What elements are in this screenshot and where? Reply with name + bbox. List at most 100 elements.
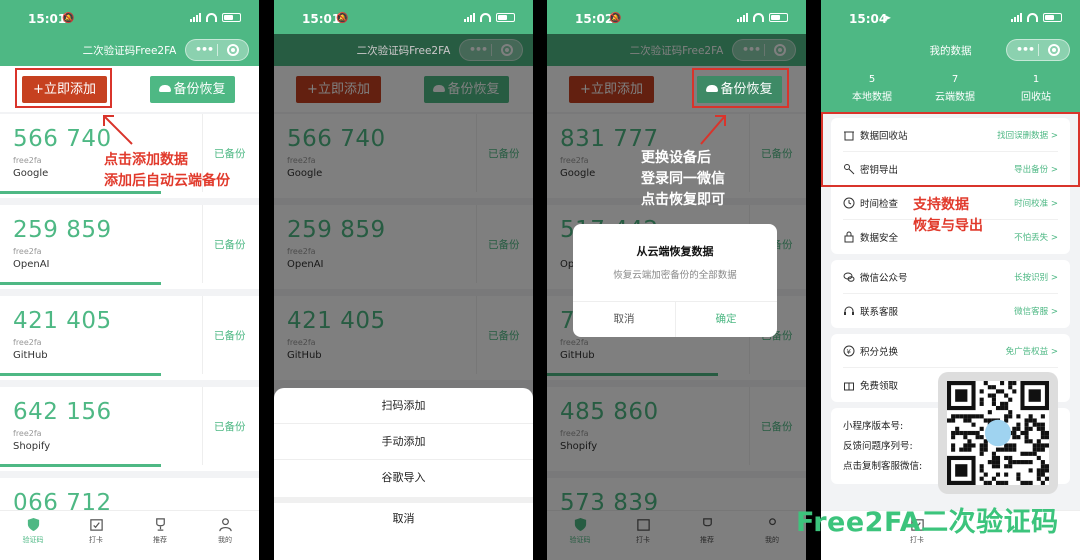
highlight-add-button — [15, 68, 112, 108]
points-icon: ¥ — [843, 345, 855, 357]
close-target-icon[interactable] — [227, 44, 239, 56]
annotation-export: 支持数据 恢复与导出 — [913, 197, 983, 234]
feedback-serial-label: 反馈问题序列号: — [843, 441, 913, 452]
mute-bell-icon: 🔕 — [62, 13, 75, 24]
battery-icon — [1043, 13, 1062, 22]
status-time: 15:04 — [849, 12, 888, 26]
clock-icon — [843, 197, 855, 209]
sheet-cancel-button[interactable]: 取消 — [274, 501, 533, 537]
signal-icon — [1011, 13, 1022, 22]
gift-icon — [844, 382, 854, 391]
data-stats: 5 本地数据 7 云端数据 1 回收站 — [821, 66, 1080, 114]
dialog-cancel-button[interactable]: 取消 — [573, 301, 675, 337]
wechat-icon — [843, 272, 855, 282]
signal-icon — [464, 13, 475, 22]
headset-icon — [844, 306, 854, 315]
status-time: 15:02 — [575, 12, 614, 26]
qr-code-card — [938, 372, 1058, 494]
tab-codes[interactable]: 验证码 — [13, 517, 53, 545]
shield-icon — [27, 517, 39, 532]
tab-mine[interactable]: 我的 — [205, 517, 245, 545]
manual-add-option[interactable]: 手动添加 — [274, 424, 533, 460]
tab-checkin[interactable]: 打卡 — [76, 517, 116, 545]
stat-local[interactable]: 5 本地数据 — [842, 74, 902, 103]
nav-bar: 二次验证码Free2FA ••• — [0, 34, 259, 66]
countdown-bar — [0, 282, 161, 285]
menu-wechat-official[interactable]: 微信公众号 长按识别 > — [831, 260, 1070, 294]
mute-bell-icon: 🔕 — [336, 13, 349, 24]
code-item[interactable]: 642 156 free2fa Shopify 已备份 — [0, 387, 259, 471]
account-name: free2fa — [13, 156, 42, 165]
nav-bar: 我的数据 ••• — [821, 34, 1080, 66]
stat-cloud[interactable]: 7 云端数据 — [925, 74, 985, 103]
dialog-confirm-button[interactable]: 确定 — [675, 301, 777, 337]
status-time: 15:01 — [302, 12, 341, 26]
battery-icon — [222, 13, 241, 22]
status-icons — [737, 13, 788, 22]
dialog-message: 恢复云端加密备份的全部数据 — [613, 270, 737, 281]
menu-contact-support[interactable]: 联系客服 微信客服 > — [831, 294, 1070, 328]
issuer-name: GitHub — [13, 350, 48, 361]
dialog-title: 从云端恢复数据 — [636, 245, 714, 258]
contact-card: 微信公众号 长按识别 > 联系客服 微信客服 > — [831, 260, 1070, 328]
menu-points-exchange[interactable]: ¥ 积分兑换 免广告权益 > — [831, 334, 1070, 368]
status-icons — [464, 13, 515, 22]
issuer-name: Google — [13, 168, 49, 179]
copy-support-wechat[interactable]: 点击复制客服微信: — [843, 458, 922, 472]
more-icon[interactable]: ••• — [1016, 43, 1035, 56]
wifi-icon — [1027, 13, 1038, 22]
tab-recommend[interactable]: 推荐 — [140, 517, 180, 545]
wifi-icon — [206, 13, 217, 22]
status-icons — [1011, 13, 1062, 22]
code-item[interactable]: 259 859 free2fa OpenAI 已备份 — [0, 205, 259, 289]
miniprogram-capsule[interactable]: ••• — [1006, 39, 1070, 61]
location-icon: ➤ — [883, 13, 892, 24]
backup-status: 已备份 — [214, 239, 246, 251]
status-bar: 15:01 🔕 — [274, 0, 533, 34]
phone-restore-dialog: 15:02 🔕 二次验证码Free2FA ••• +立即添加 备份恢复 831 … — [547, 0, 806, 560]
user-icon — [218, 518, 232, 532]
lock-icon — [844, 231, 854, 243]
trophy-icon — [155, 518, 165, 531]
status-time: 15:01 — [28, 12, 67, 26]
stat-recycle[interactable]: 1 回收站 — [1006, 74, 1066, 103]
annotation-add: 点击添加数据 添加后自动云端备份 — [104, 152, 230, 189]
battery-icon — [496, 13, 515, 22]
miniprogram-capsule[interactable]: ••• — [185, 39, 249, 61]
close-target-icon[interactable] — [1048, 44, 1060, 56]
signal-icon — [737, 13, 748, 22]
backup-status: 已备份 — [214, 421, 246, 433]
status-bar: 15:04 ➤ — [821, 0, 1080, 34]
account-name: free2fa — [13, 429, 42, 438]
restore-dialog: 从云端恢复数据 恢复云端加密备份的全部数据 取消 确定 — [573, 224, 777, 337]
countdown-bar — [0, 373, 161, 376]
code-item[interactable]: 421 405 free2fa GitHub 已备份 — [0, 296, 259, 380]
checkin-icon — [89, 519, 103, 531]
app-version-label: 小程序版本号: — [843, 421, 904, 432]
signal-icon — [190, 13, 201, 22]
account-name: free2fa — [13, 247, 42, 256]
phone-code-list: 15:01 🔕 二次验证码Free2FA ••• +立即添加 备份恢复 566 … — [0, 0, 259, 560]
otp-code: 566 740 — [13, 126, 112, 152]
screenshot-stage: 15:01 🔕 二次验证码Free2FA ••• +立即添加 备份恢复 566 … — [0, 0, 1080, 560]
google-import-option[interactable]: 谷歌导入 — [274, 460, 533, 496]
phone-add-sheet: 15:01 🔕 二次验证码Free2FA ••• +立即添加 备份恢复 566 … — [274, 0, 533, 560]
qr-code-icon — [947, 381, 1049, 485]
annotation-restore: 更换设备后 登录同一微信 点击恢复即可 — [641, 150, 725, 208]
status-icons — [190, 13, 241, 22]
battery-icon — [769, 13, 788, 22]
scan-add-option[interactable]: 扫码添加 — [274, 388, 533, 424]
arrow-annotation-icon — [103, 115, 133, 145]
issuer-name: Shopify — [13, 441, 51, 452]
backup-status: 已备份 — [214, 330, 246, 342]
otp-code: 421 405 — [13, 308, 112, 334]
wifi-icon — [753, 13, 764, 22]
brand-watermark: Free2FA二次验证码 — [796, 507, 1059, 538]
restore-button[interactable]: 备份恢复 — [150, 76, 235, 103]
otp-code: 259 859 — [13, 217, 112, 243]
arrow-annotation-icon — [700, 115, 726, 145]
highlight-restore-button — [692, 68, 789, 108]
cloud-icon — [159, 85, 172, 92]
more-icon[interactable]: ••• — [195, 43, 214, 56]
dimmed-nav: 二次验证码Free2FA — [356, 45, 451, 57]
